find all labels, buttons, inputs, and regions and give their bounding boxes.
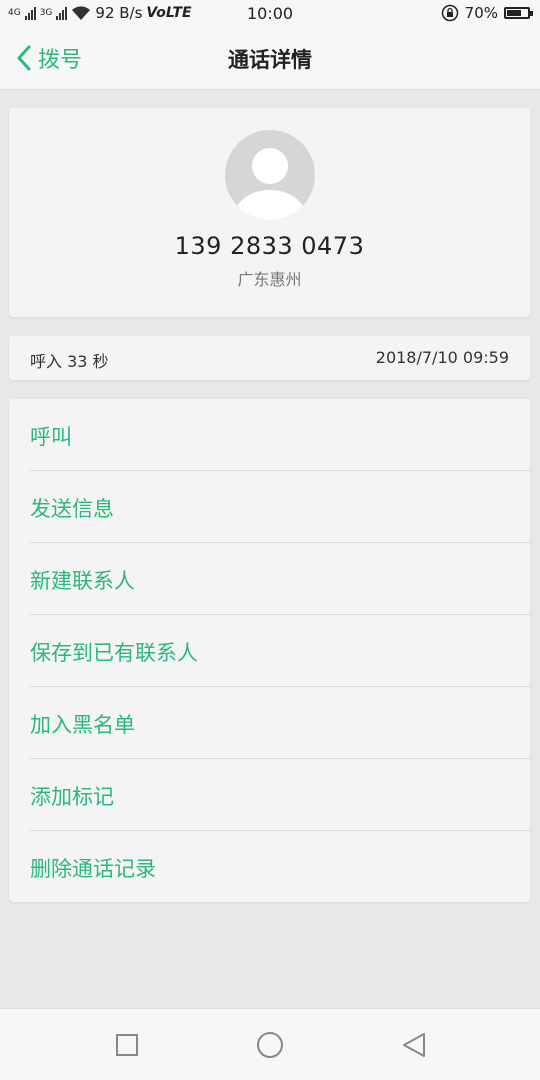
battery-icon <box>504 7 533 19</box>
battery-percent: 70% <box>464 4 498 22</box>
recent-apps-icon[interactable] <box>113 1031 141 1059</box>
action-call[interactable]: 呼叫 <box>9 399 530 471</box>
call-datetime: 2018/7/10 09:59 <box>375 348 509 367</box>
action-block[interactable]: 加入黑名单 <box>9 687 530 759</box>
status-bar: 4G 3G 92 B/s VoLTE 10:00 70% <box>0 0 540 28</box>
action-label: 保存到已有联系人 <box>30 641 198 665</box>
action-label: 删除通话记录 <box>30 857 156 881</box>
action-label: 添加标记 <box>30 785 114 809</box>
actions-card: 呼叫 发送信息 新建联系人 保存到已有联系人 加入黑名单 添加标记 删除通话记录 <box>9 399 530 902</box>
page-title: 通话详情 <box>228 48 312 72</box>
action-add-tag[interactable]: 添加标记 <box>9 759 530 831</box>
header: 拨号 通话详情 <box>0 28 540 90</box>
action-new-contact[interactable]: 新建联系人 <box>9 543 530 615</box>
action-label: 呼叫 <box>30 425 72 449</box>
status-right: 70% <box>441 4 533 22</box>
action-save-to-existing[interactable]: 保存到已有联系人 <box>9 615 530 687</box>
phone-number: 139 2833 0473 <box>174 232 365 260</box>
action-label: 发送信息 <box>30 497 114 521</box>
contact-card: 139 2833 0473 广东惠州 <box>9 108 530 317</box>
call-info-card: 呼入 33 秒 2018/7/10 09:59 <box>9 336 530 380</box>
action-label: 新建联系人 <box>30 569 135 593</box>
action-send-message[interactable]: 发送信息 <box>9 471 530 543</box>
action-label: 加入黑名单 <box>30 713 135 737</box>
avatar <box>225 130 315 220</box>
action-delete-record[interactable]: 删除通话记录 <box>9 831 530 903</box>
back-icon[interactable] <box>400 1031 428 1059</box>
navigation-bar <box>0 1008 540 1080</box>
call-type-duration: 呼入 33 秒 <box>30 352 109 371</box>
rotation-lock-icon <box>441 4 458 22</box>
phone-location: 广东惠州 <box>237 270 302 289</box>
home-icon[interactable] <box>256 1031 284 1059</box>
